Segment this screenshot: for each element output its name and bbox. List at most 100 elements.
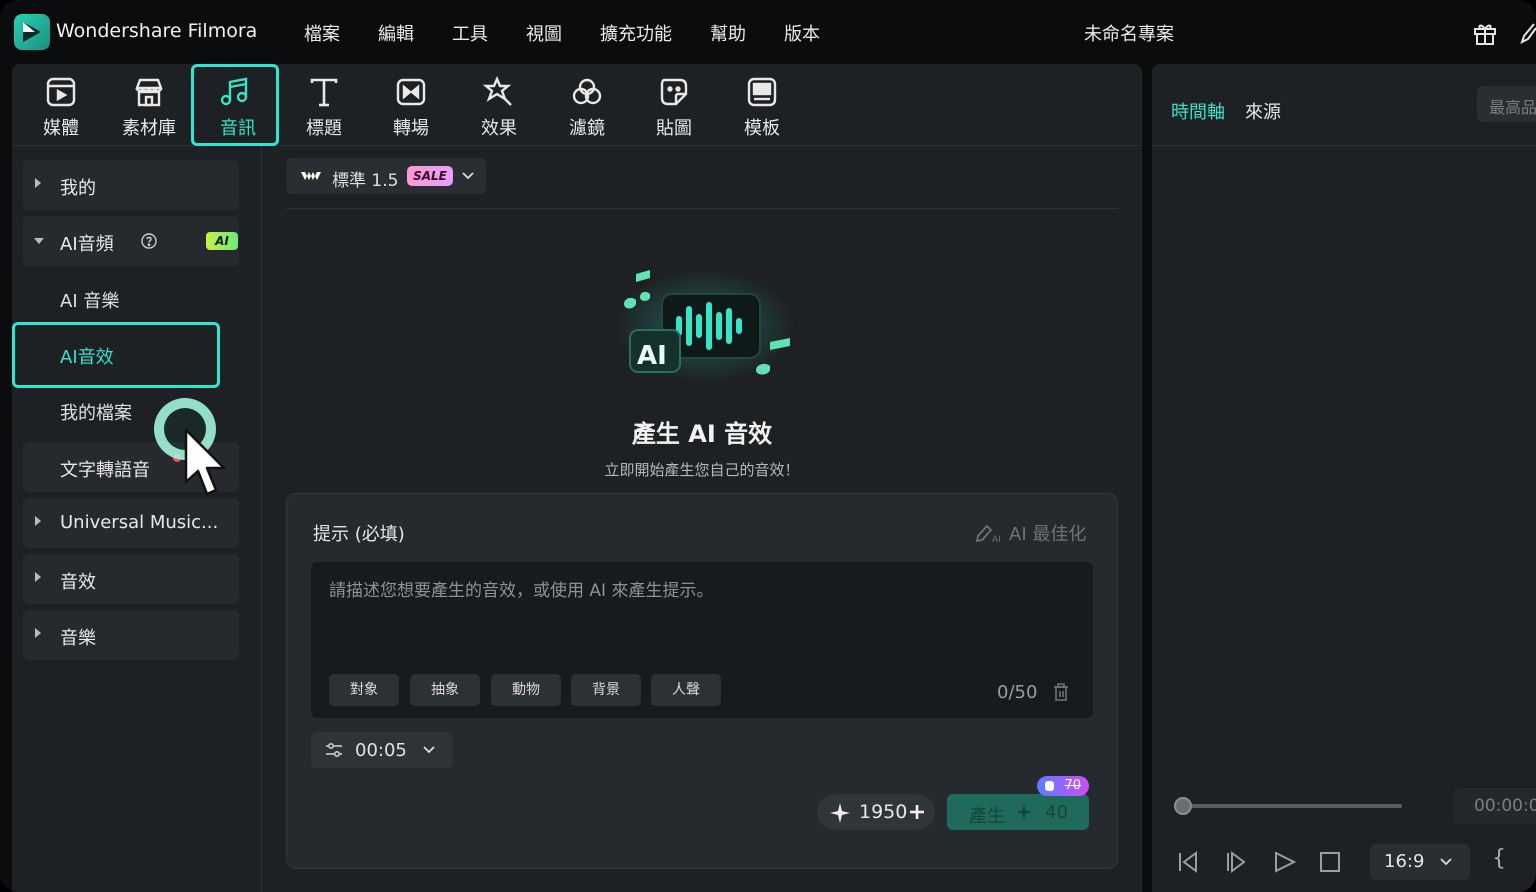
generate-button[interactable]: 產生 40 [947,794,1089,830]
timecode-display: 00:00:00 [1454,788,1536,824]
template-icon [747,77,777,107]
tool-titles[interactable]: 標題 [280,64,368,146]
main-panel: 媒體 素材庫 音訊 標題 轉場 效果 濾鏡 貼圖 模板 我的 AI音頻 AI A… [12,64,1142,892]
sidebar-item-universal-music[interactable]: Universal Music... [23,498,239,548]
expand-arrow-icon [35,572,41,582]
filter-icon [572,78,602,105]
stop-icon[interactable] [1318,850,1342,874]
tool-transitions[interactable]: 轉場 [367,64,455,146]
next-frame-icon[interactable] [1224,850,1250,874]
tool-audio[interactable]: 音訊 [191,64,279,146]
sparkle-icon [1015,803,1033,821]
prompt-panel: 提示 (必填) AI AI 最佳化 請描述您想要產生的音效，或使用 AI 來產生提… [286,493,1118,869]
tool-effects[interactable]: 效果 [455,64,543,146]
tool-media[interactable]: 媒體 [17,64,105,146]
tool-label: 效果 [481,118,517,139]
store-icon [135,78,163,107]
tool-stock[interactable]: 素材庫 [105,64,193,146]
trash-icon[interactable] [1053,682,1069,702]
expand-arrow-icon [35,628,41,638]
sidebar-item-my[interactable]: 我的 [23,160,239,210]
discount-badge: 70 [1037,776,1089,796]
chip-voice[interactable]: 人聲 [651,674,721,706]
prompt-textarea[interactable]: 請描述您想要產生的音效，或使用 AI 來產生提示。 對象 抽象 動物 背景 人聲… [311,562,1093,718]
plus-icon [910,805,924,819]
sidebar-item-label: 我的 [60,178,96,199]
tool-label: 媒體 [43,118,79,139]
sticker-icon [660,78,688,106]
tool-label: 濾鏡 [569,118,605,139]
ai-optimize-button[interactable]: AI AI 最佳化 [975,520,1086,546]
sidebar-item-ai-audio[interactable]: AI音頻 AI [23,216,239,266]
divider [286,208,1118,209]
sidebar-item-ai-music[interactable]: AI 音樂 [60,287,119,313]
tab-source[interactable]: 來源 [1245,98,1281,124]
menu-file[interactable]: 檔案 [304,20,340,46]
generate-cost: 40 [1045,802,1068,823]
tab-timeline[interactable]: 時間軸 [1171,98,1225,124]
prompt-title: 提示 (必填) [313,524,405,545]
effects-star-icon [483,76,512,106]
menu-version[interactable]: 版本 [784,20,820,46]
model-selector[interactable]: 標準 1.5 SALE [286,158,486,194]
generate-label: 產生 [969,806,1005,827]
music-note-icon [220,77,248,106]
sidebar-item-label: 音樂 [60,628,96,649]
aspect-ratio-selector[interactable]: 16:9 [1370,844,1470,880]
ai-optimize-label: AI 最佳化 [1009,524,1087,545]
tool-stickers[interactable]: 貼圖 [630,64,718,146]
sidebar-item-music[interactable]: 音樂 [23,610,239,660]
audio-sidebar: 我的 AI音頻 AI AI 音樂 AI音效 我的檔案 文字轉語音 Univers… [12,146,262,892]
help-icon[interactable] [141,233,157,249]
tool-filters[interactable]: 濾鏡 [543,64,631,146]
char-counter: 0/50 [997,682,1038,703]
aspect-ratio-value: 16:9 [1384,851,1425,872]
scrubber-handle[interactable] [1174,797,1192,815]
sidebar-item-ai-sfx[interactable]: AI音效 [60,343,114,369]
selection-highlight [12,322,220,388]
hero-subtitle: 立即開始產生您自己的音效！ [604,461,800,479]
sidebar-item-sound-effects[interactable]: 音效 [23,554,239,604]
tag-icon [1045,781,1054,791]
svg-text:AI: AI [637,341,667,371]
prev-frame-icon[interactable] [1176,850,1202,874]
playback-scrubber[interactable] [1182,804,1402,808]
tool-label: 標題 [306,118,342,139]
text-t-icon [310,78,338,107]
hero-title: 產生 AI 音效 [631,420,773,448]
sale-badge: SALE [407,166,453,186]
chip-background[interactable]: 背景 [571,674,641,706]
menu-edit[interactable]: 編輯 [378,20,414,46]
sparkle-icon [830,803,850,823]
play-icon[interactable] [1272,850,1298,874]
sidebar-item-my-files[interactable]: 我的檔案 [60,399,132,425]
menu-help[interactable]: 幫助 [710,20,746,46]
duration-selector[interactable]: 00:05 [311,732,453,768]
pen-icon[interactable] [1520,22,1536,48]
original-cost: 70 [1064,778,1081,793]
expand-arrow-icon [35,178,41,188]
quality-selector[interactable]: 最高品質 [1477,86,1536,122]
chip-abstract[interactable]: 抽象 [410,674,480,706]
menu-view[interactable]: 視圖 [526,20,562,46]
menu-tools[interactable]: 工具 [452,20,488,46]
gift-icon[interactable] [1472,20,1498,50]
mark-in-icon[interactable]: { [1492,846,1506,871]
credits-button[interactable]: 1950 [817,794,935,830]
transition-icon [396,78,426,106]
collapse-arrow-icon [34,238,44,244]
sliders-icon [326,742,342,758]
tool-templates[interactable]: 模板 [718,64,806,146]
tool-label: 音訊 [220,118,256,139]
sidebar-item-label: Universal Music... [60,512,219,533]
duration-value: 00:05 [355,740,407,761]
media-icon [46,77,76,107]
sidebar-item-label: 文字轉語音 [60,460,150,481]
menu-extensions[interactable]: 擴充功能 [600,20,672,46]
app-name: Wondershare Filmora [56,20,258,42]
chip-animal[interactable]: 動物 [491,674,561,706]
chevron-down-icon [1440,858,1452,866]
menu-bar: 檔案 編輯 工具 視圖 擴充功能 幫助 版本 [304,20,858,46]
sidebar-item-label: 音效 [60,572,96,593]
chip-object[interactable]: 對象 [329,674,399,706]
